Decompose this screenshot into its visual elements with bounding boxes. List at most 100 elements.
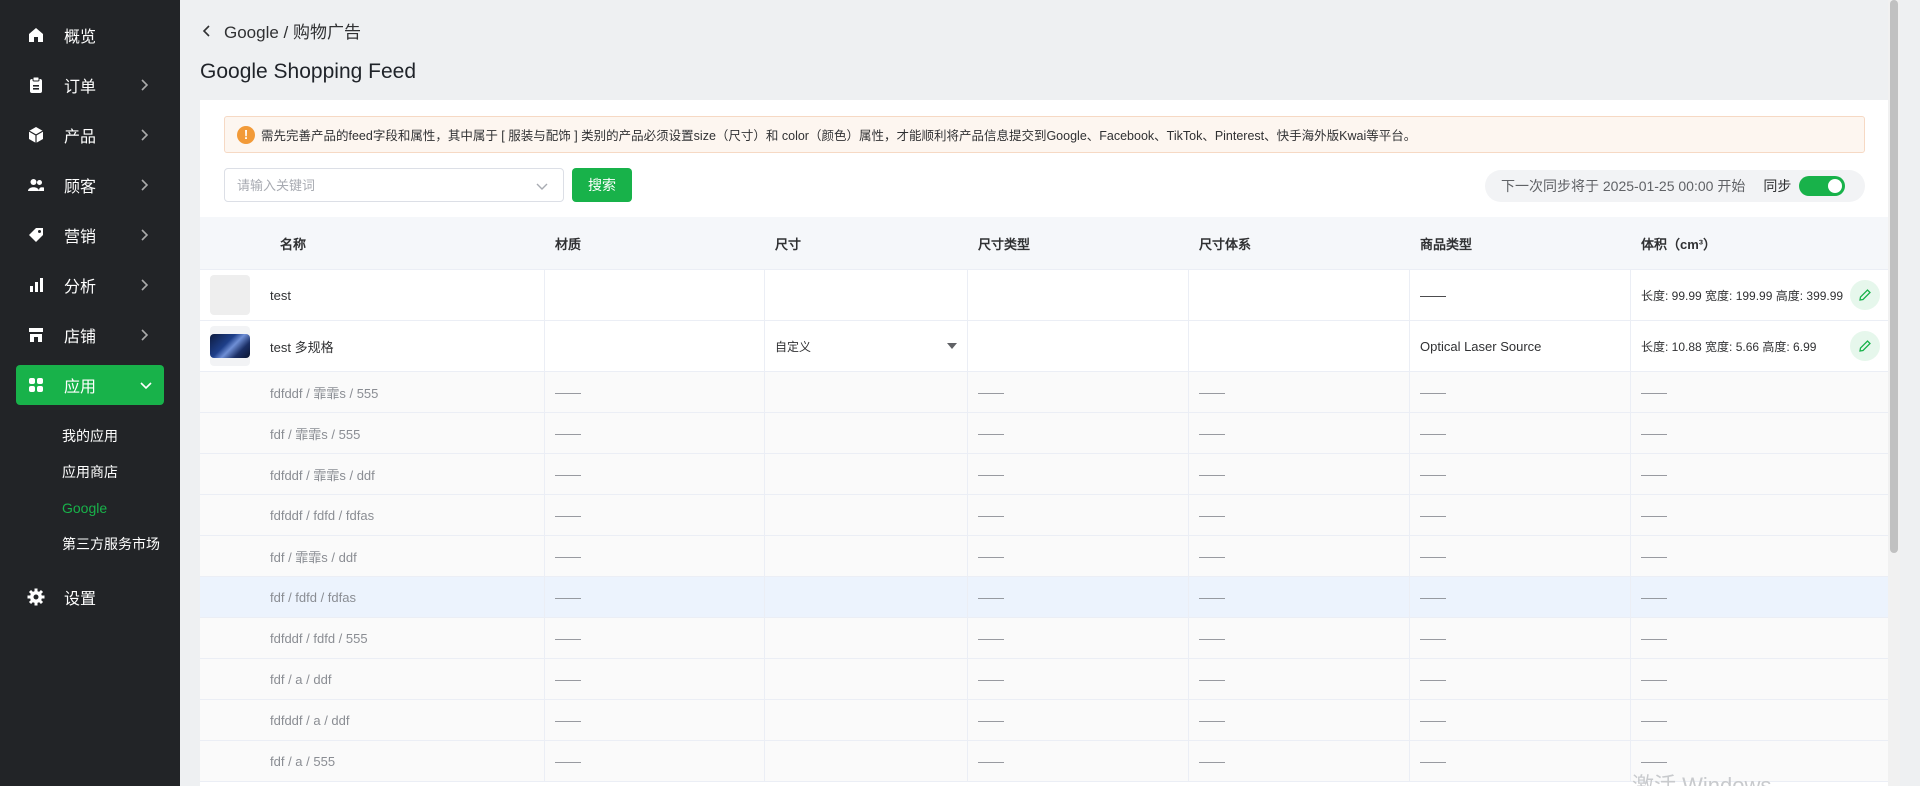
table-row: test —— 长度: 99.99 宽度: 199.99 高度: 399.99: [200, 270, 1888, 321]
material-cell: ——: [545, 618, 765, 658]
volume-cell: ——: [1641, 466, 1667, 482]
variant-row: fdfddf / fdfd / fdfas —— —— —— —— ——: [200, 495, 1888, 536]
volume-cell: ——: [1641, 712, 1667, 728]
size-system-cell: ——: [1189, 618, 1410, 658]
variant-name: fdfddf / fdfd / fdfas: [270, 495, 545, 535]
variant-name: fdf / fdfd / fdfas: [270, 577, 545, 617]
size-select[interactable]: 自定义: [775, 338, 967, 355]
size-system-cell: ——: [1189, 741, 1410, 781]
thumb-cell: [200, 372, 270, 412]
subnav-my-apps[interactable]: 我的应用: [0, 418, 180, 454]
variant-name: fdf / 霏霏s / 555: [270, 413, 545, 453]
subnav-third-party-market[interactable]: 第三方服务市场: [0, 526, 180, 562]
volume-cell: ——: [1641, 630, 1667, 646]
chevron-down-icon[interactable]: [535, 179, 549, 193]
size-type-cell[interactable]: [968, 321, 1189, 371]
edit-button[interactable]: [1850, 331, 1880, 361]
search-input[interactable]: [237, 177, 517, 193]
size-cell: [765, 700, 968, 740]
subnav-app-store[interactable]: 应用商店: [0, 454, 180, 490]
variant-row: fdf / 霏霏s / 555 —— —— —— —— ——: [200, 413, 1888, 454]
size-cell: [765, 659, 968, 699]
material-cell[interactable]: [545, 321, 765, 371]
caret-down-icon: [947, 342, 957, 349]
volume-text: 长度: 10.88 宽度: 5.66 高度: 6.99: [1641, 339, 1817, 354]
variant-name: fdfddf / 霏霏s / 555: [270, 372, 545, 412]
size-system-cell: ——: [1189, 413, 1410, 453]
product-type-cell: ——: [1410, 495, 1631, 535]
header-thumb: [200, 217, 270, 269]
variant-name: fdfddf / a / ddf: [270, 700, 545, 740]
size-type-cell[interactable]: [968, 270, 1189, 320]
next-sync-text: 下一次同步将于 2025-01-25 00:00 开始: [1501, 178, 1746, 194]
thumb-cell: [200, 741, 270, 781]
users-icon: [26, 175, 46, 195]
nav-item-store[interactable]: 店铺: [0, 310, 180, 360]
scrollbar-thumb[interactable]: [1890, 0, 1898, 553]
size-type-cell: ——: [968, 495, 1189, 535]
nav-label: 订单: [64, 79, 97, 96]
thumb-cell: [200, 536, 270, 576]
thumb-cell: [200, 618, 270, 658]
material-cell: ——: [545, 536, 765, 576]
header-product-type: 商品类型: [1420, 236, 1473, 252]
pencil-icon: [1859, 340, 1871, 352]
search-button[interactable]: 搜索: [572, 168, 632, 202]
subnav-google[interactable]: Google: [0, 490, 180, 526]
store-icon: [26, 325, 46, 345]
size-system-cell: ——: [1189, 372, 1410, 412]
size-cell: [765, 577, 968, 617]
size-cell: [765, 372, 968, 412]
variant-row: fdfddf / 霏霏s / 555 —— —— —— —— ——: [200, 372, 1888, 413]
size-type-cell: ——: [968, 741, 1189, 781]
size-cell: [765, 454, 968, 494]
nav-item-marketing[interactable]: 营销: [0, 210, 180, 260]
name-cell: test: [270, 270, 545, 320]
nav-label: 应用: [64, 379, 97, 396]
product-type-cell[interactable]: Optical Laser Source: [1410, 321, 1631, 371]
material-cell: ——: [545, 700, 765, 740]
nav-label: 分析: [64, 279, 97, 296]
size-type-cell: ——: [968, 618, 1189, 658]
nav-item-overview[interactable]: 概览: [0, 10, 180, 60]
product-type-cell: ——: [1410, 700, 1631, 740]
variant-row: fdfddf / 霏霏s / ddf —— —— —— —— ——: [200, 454, 1888, 495]
size-system-cell[interactable]: [1189, 270, 1410, 320]
size-system-cell: ——: [1189, 454, 1410, 494]
box-icon: [26, 125, 46, 145]
warning-notice: ! 需先完善产品的feed字段和属性，其中属于 [ 服装与配饰 ] 类别的产品必…: [224, 116, 1865, 153]
thumb-cell: [200, 495, 270, 535]
nav-item-apps[interactable]: 应用: [16, 365, 164, 405]
nav-item-settings[interactable]: 设置: [0, 572, 180, 622]
thumb-cell: [200, 700, 270, 740]
sync-toggle[interactable]: [1799, 176, 1846, 196]
nav-item-analytics[interactable]: 分析: [0, 260, 180, 310]
feed-table: 名称 材质 尺寸 尺寸类型 尺寸体系 商品类型 体积（cm³） test —— …: [200, 217, 1888, 782]
product-thumbnail: [210, 326, 250, 366]
size-type-cell: ——: [968, 577, 1189, 617]
size-type-cell: ——: [968, 700, 1189, 740]
variant-row-hovered: fdf / fdfd / fdfas —— —— —— —— ——: [200, 577, 1888, 618]
thumb-cell: [200, 321, 270, 371]
nav-item-products[interactable]: 产品: [0, 110, 180, 160]
size-cell[interactable]: 自定义: [765, 321, 968, 371]
size-system-cell[interactable]: [1189, 321, 1410, 371]
page-title: Google Shopping Feed: [200, 60, 416, 83]
nav-item-orders[interactable]: 订单: [0, 60, 180, 110]
breadcrumb-text[interactable]: Google / 购物广告: [224, 18, 361, 43]
nav-label: 店铺: [64, 329, 97, 346]
chevron-left-icon[interactable]: [200, 24, 214, 38]
product-type-cell: ——: [1410, 577, 1631, 617]
edit-button[interactable]: [1850, 280, 1880, 310]
table-row: test 多规格 自定义 Optical Laser Source 长度: 10…: [200, 321, 1888, 372]
nav-item-customers[interactable]: 顾客: [0, 160, 180, 210]
size-cell[interactable]: [765, 270, 968, 320]
thumb-cell: [200, 577, 270, 617]
thumb-cell: [200, 659, 270, 699]
volume-cell: ——: [1641, 671, 1667, 687]
variant-row: fdf / a / ddf —— —— —— —— ——: [200, 659, 1888, 700]
product-type-cell[interactable]: ——: [1410, 270, 1631, 320]
breadcrumb[interactable]: Google / 购物广告: [200, 18, 361, 43]
keyword-select[interactable]: [224, 168, 564, 202]
material-cell[interactable]: [545, 270, 765, 320]
